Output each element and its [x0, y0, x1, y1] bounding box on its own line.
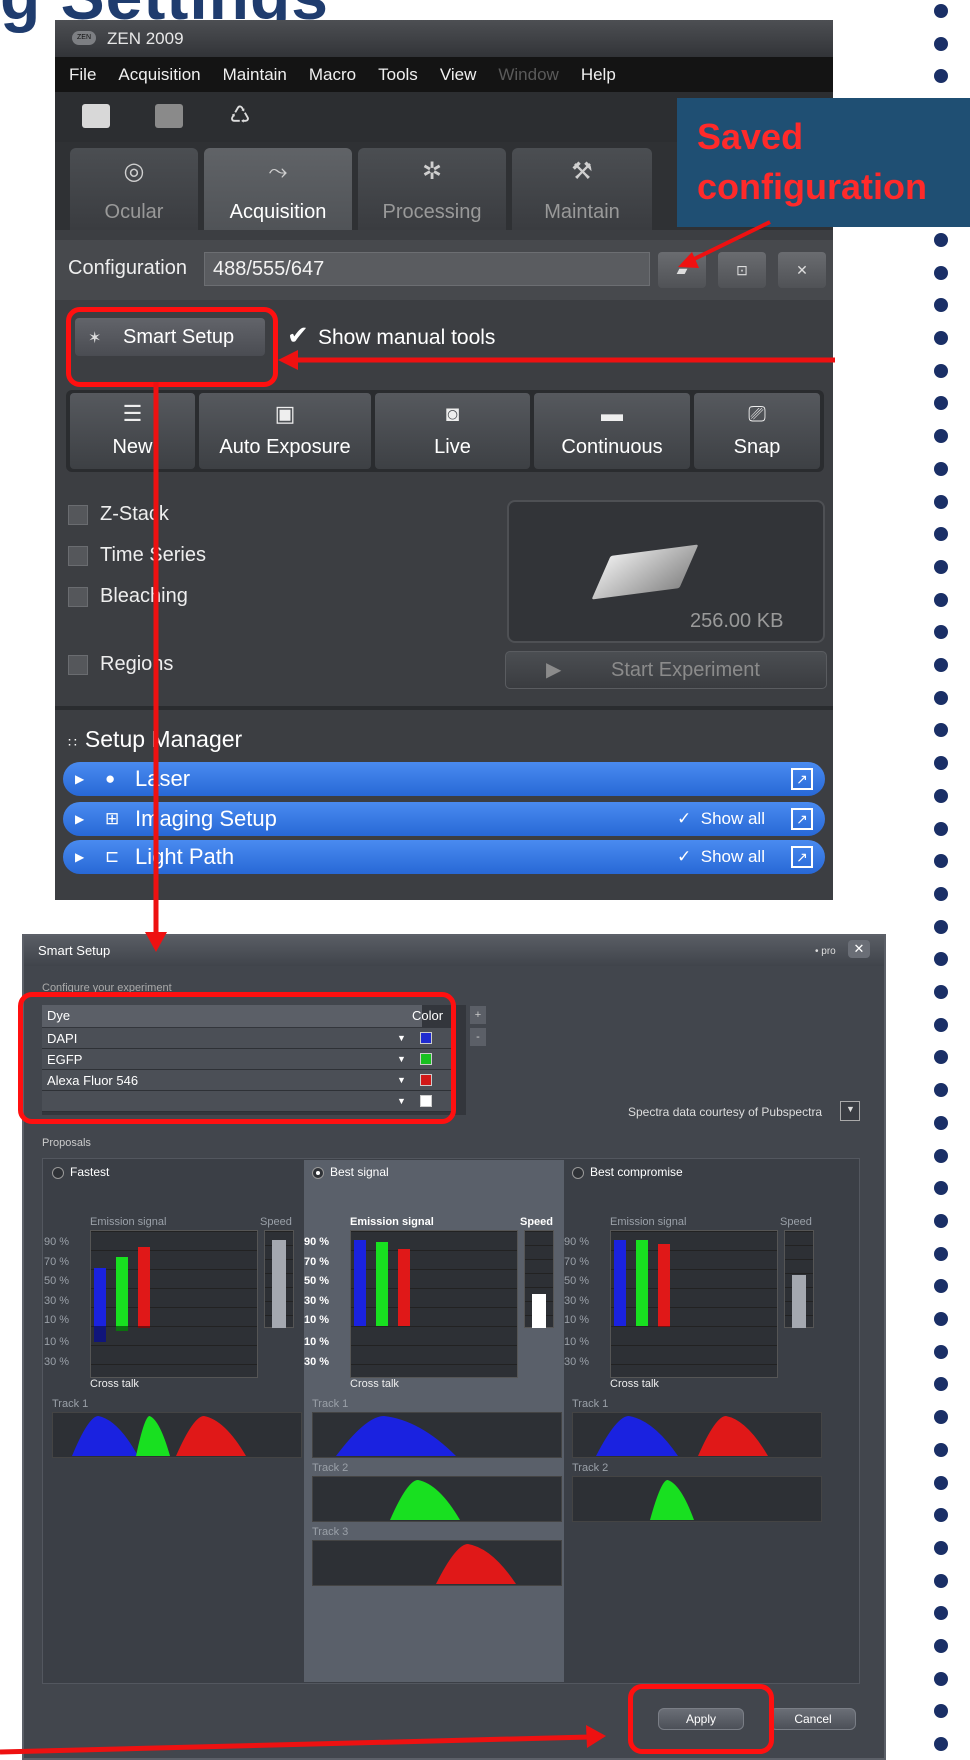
- arrow-to-apply: [0, 1734, 591, 1755]
- annotation-arrows: [0, 220, 835, 1755]
- arrow-head: [278, 350, 298, 370]
- arrow-head: [586, 1725, 606, 1748]
- arrow-to-saved-config: [687, 220, 771, 264]
- arrow-head: [145, 932, 167, 952]
